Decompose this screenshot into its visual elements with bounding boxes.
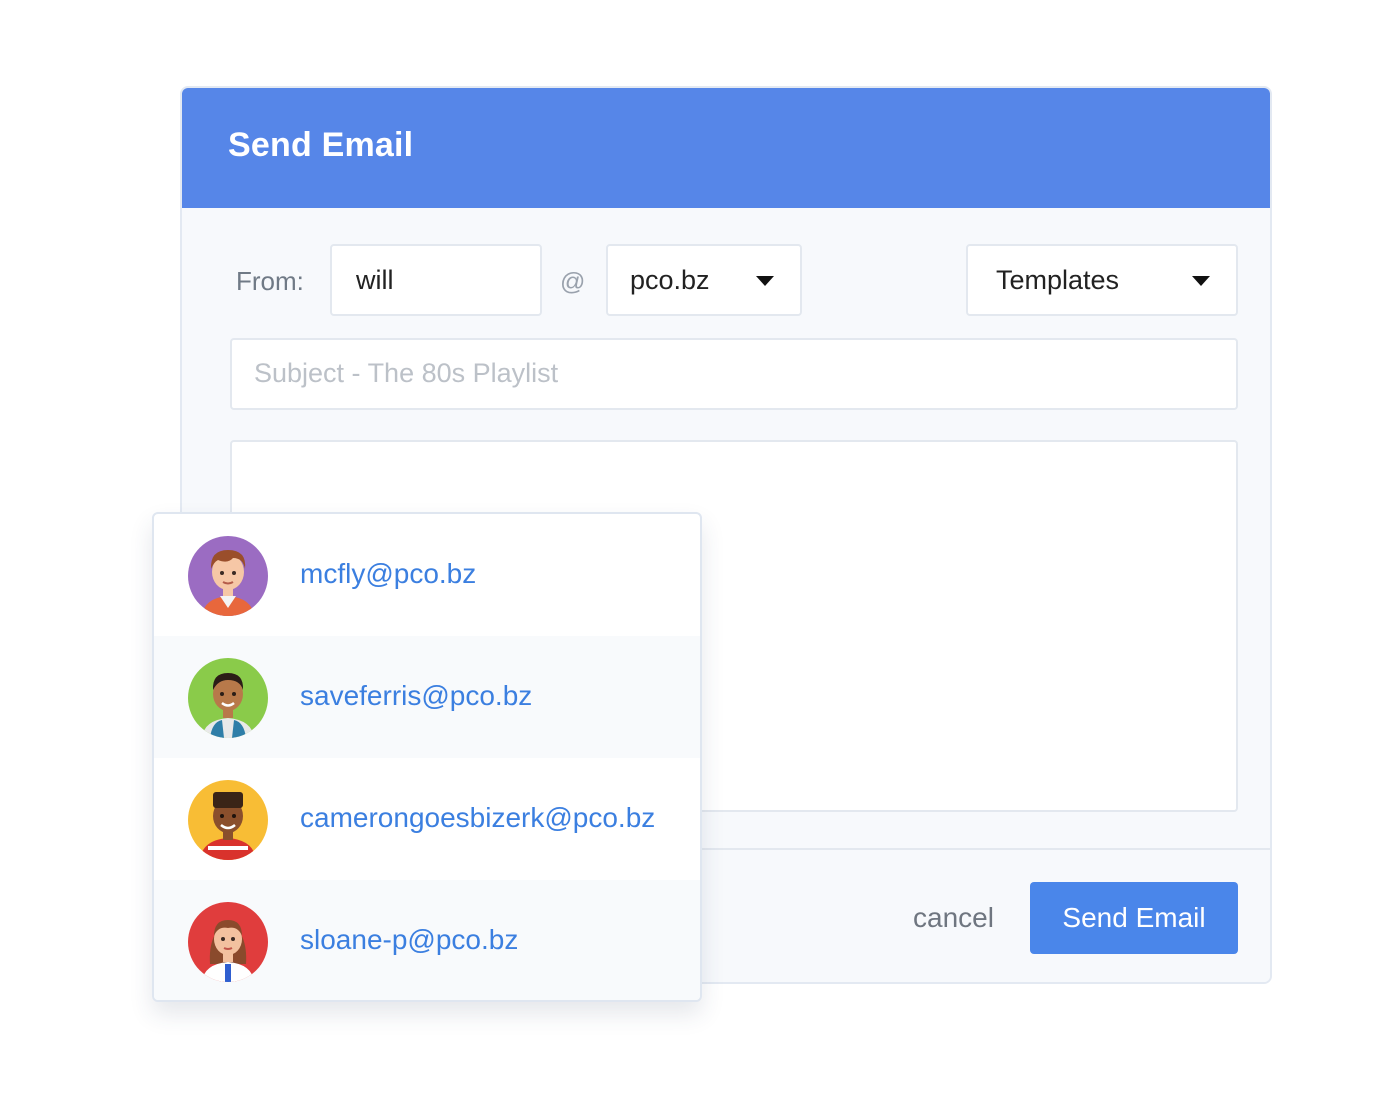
- from-label: From:: [236, 266, 304, 296]
- avatar: [188, 658, 268, 738]
- dialog-header: Send Email: [182, 88, 1270, 208]
- domain-select[interactable]: pco.bz: [606, 244, 802, 316]
- avatar: [188, 902, 268, 982]
- at-sign: @: [560, 268, 586, 296]
- suggestion-item[interactable]: sloane-p@pco.bz: [154, 880, 700, 1000]
- send-email-button[interactable]: Send Email: [1030, 882, 1238, 954]
- suggestion-item[interactable]: mcfly@pco.bz: [154, 514, 700, 636]
- chevron-down-icon: [756, 276, 774, 286]
- templates-label: Templates: [996, 265, 1120, 295]
- from-user-value: will: [356, 265, 394, 295]
- avatar: [188, 780, 268, 860]
- suggestion-email: mcfly@pco.bz: [300, 558, 477, 589]
- recipient-suggestions-dropdown: mcfly@pco.bz saveferris@pco.bz camerongo…: [152, 512, 702, 1002]
- domain-value: pco.bz: [630, 265, 710, 295]
- suggestion-item[interactable]: camerongoesbizerk@pco.bz: [154, 758, 700, 880]
- from-user-input[interactable]: will: [330, 244, 542, 316]
- chevron-down-icon: [1192, 276, 1210, 286]
- suggestion-email: camerongoesbizerk@pco.bz: [300, 802, 656, 833]
- subject-input[interactable]: Subject - The 80s Playlist: [230, 338, 1238, 410]
- cancel-button[interactable]: cancel: [913, 902, 994, 934]
- dialog-title: Send Email: [228, 126, 414, 164]
- suggestion-email: sloane-p@pco.bz: [300, 924, 519, 955]
- subject-placeholder: Subject - The 80s Playlist: [254, 358, 559, 388]
- templates-select[interactable]: Templates: [966, 244, 1238, 316]
- suggestion-email: saveferris@pco.bz: [300, 680, 533, 711]
- avatar: [188, 536, 268, 616]
- suggestion-item[interactable]: saveferris@pco.bz: [154, 636, 700, 758]
